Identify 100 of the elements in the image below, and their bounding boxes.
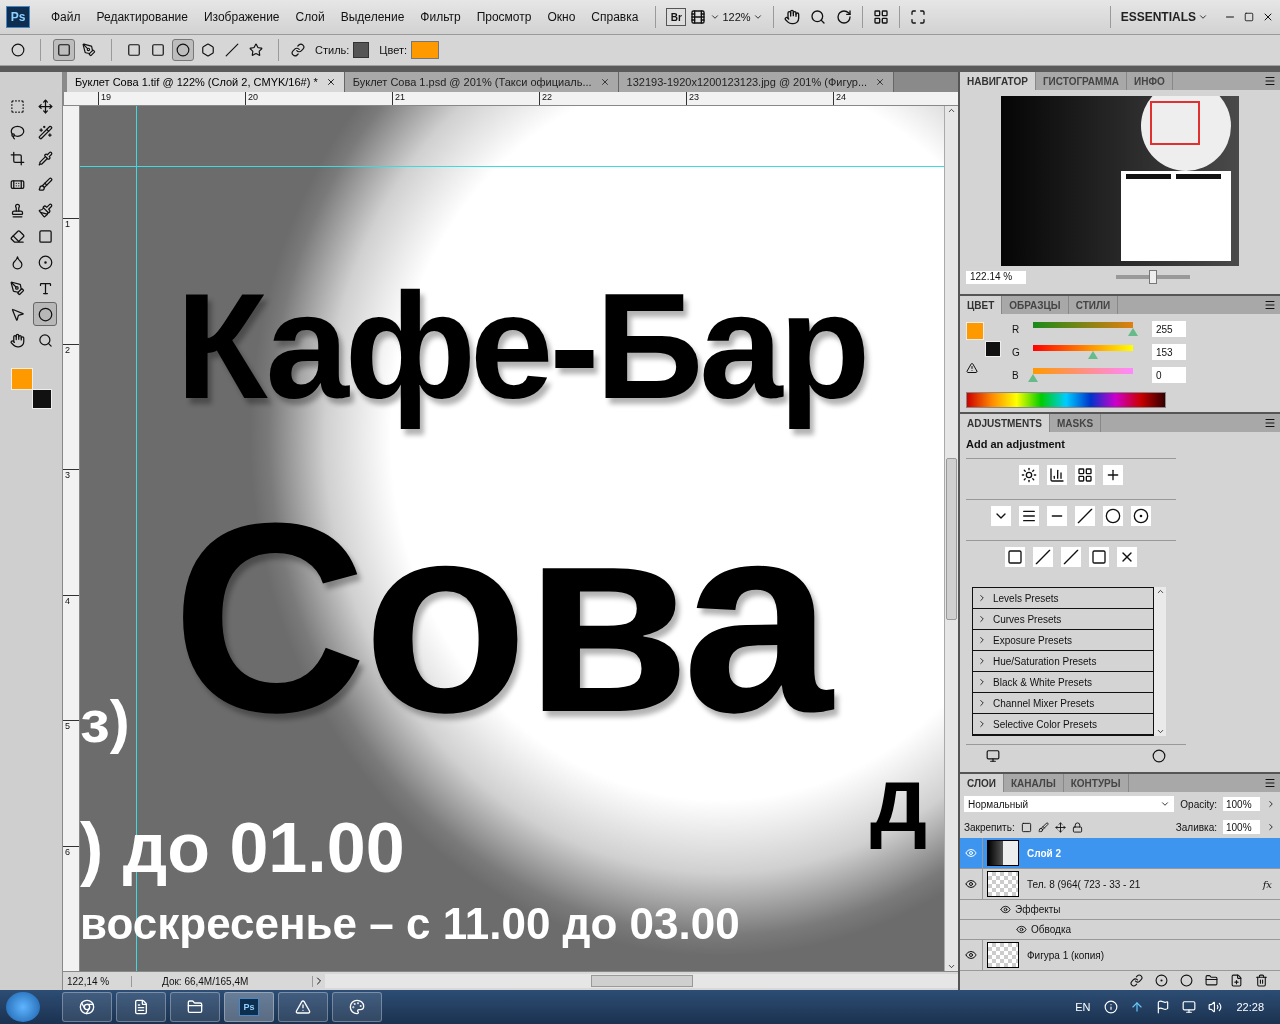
- menu-item[interactable]: Окно: [540, 7, 583, 27]
- foreground-swatch[interactable]: [966, 322, 984, 340]
- document-tab[interactable]: Буклет Сова 1.tif @ 122% (Слой 2, CMYK/16#) *: [67, 72, 345, 92]
- panel-tab[interactable]: MASKS: [1050, 414, 1102, 432]
- new-layer-icon[interactable]: [1230, 974, 1243, 987]
- start-button[interactable]: [6, 992, 40, 1022]
- histogram-icon[interactable]: [1047, 465, 1067, 485]
- preset-item[interactable]: Black & White Presets: [993, 676, 1092, 688]
- panel-tab[interactable]: СЛОИ: [960, 774, 1004, 792]
- scrollbar[interactable]: [1154, 587, 1166, 736]
- foreground-swatch[interactable]: [11, 368, 33, 390]
- caret-icon[interactable]: [710, 12, 721, 22]
- document-tab[interactable]: Буклет Сова 1.psd @ 201% (Такси официаль...: [344, 72, 619, 92]
- panel-tab[interactable]: ADJUSTMENTS: [960, 414, 1050, 432]
- clock[interactable]: 22:28: [1236, 1001, 1264, 1013]
- scroll-down-icon[interactable]: [947, 962, 956, 971]
- caret-icon[interactable]: [1266, 822, 1276, 832]
- panel-menu-icon[interactable]: [1264, 299, 1276, 311]
- scrollbar-thumb[interactable]: [590, 975, 693, 987]
- background-swatch[interactable]: [32, 389, 52, 409]
- panel-menu-icon[interactable]: [1264, 417, 1276, 429]
- panel-tab[interactable]: НАВИГАТОР: [960, 72, 1036, 90]
- zoom-dropdown[interactable]: 122%: [722, 7, 751, 27]
- taskbar-button[interactable]: [278, 992, 328, 1022]
- fill-field[interactable]: 100%: [1223, 820, 1260, 834]
- link-icon[interactable]: [1130, 974, 1143, 987]
- stripes-icon[interactable]: [1033, 547, 1053, 567]
- update-icon[interactable]: [1130, 1000, 1145, 1014]
- panel-menu-icon[interactable]: [1264, 75, 1276, 87]
- brush-icon[interactable]: [1037, 821, 1049, 833]
- preset-item[interactable]: Curves Presets: [993, 613, 1062, 625]
- style-swatch[interactable]: [353, 42, 370, 58]
- scrollbar-thumb[interactable]: [946, 457, 957, 620]
- lock-icon[interactable]: [1071, 821, 1083, 833]
- color-spectrum[interactable]: [966, 392, 1166, 408]
- caret-icon[interactable]: [1160, 799, 1171, 809]
- network-icon[interactable]: [1182, 1000, 1197, 1014]
- lock-transparency-icon[interactable]: [1020, 821, 1032, 833]
- link-icon[interactable]: [291, 43, 305, 57]
- eye-icon[interactable]: [1000, 904, 1011, 915]
- panel-menu-icon[interactable]: [1264, 777, 1276, 789]
- panel-tab[interactable]: ИНФО: [1126, 72, 1173, 90]
- color-swatch[interactable]: [411, 41, 440, 59]
- rotate-icon[interactable]: [835, 9, 852, 25]
- sun-icon[interactable]: [1019, 465, 1039, 485]
- volume-icon[interactable]: [1208, 1000, 1223, 1014]
- blend-mode-select[interactable]: Нормальный: [964, 796, 1175, 812]
- channel-value[interactable]: 153: [1152, 344, 1186, 360]
- panel-tab[interactable]: КОНТУРЫ: [1063, 774, 1129, 792]
- preset-item[interactable]: Levels Presets: [993, 592, 1059, 604]
- layer-row[interactable]: Фигура 1 (копия): [960, 940, 1280, 971]
- info-icon[interactable]: [1104, 1000, 1119, 1014]
- arrange-icon[interactable]: [872, 9, 889, 25]
- channel-value[interactable]: 255: [1152, 321, 1186, 337]
- screen-mode-icon[interactable]: [909, 9, 926, 25]
- preset-item[interactable]: Exposure Presets: [993, 634, 1072, 646]
- taskbar-button[interactable]: [62, 992, 112, 1022]
- panel-tab[interactable]: ГИСТОГРАММА: [1035, 72, 1127, 90]
- eye-icon[interactable]: [965, 878, 977, 890]
- caret-icon[interactable]: [752, 12, 763, 22]
- opacity-field[interactable]: 100%: [1223, 797, 1260, 811]
- channel-value[interactable]: 0: [1152, 367, 1186, 383]
- panel-tab[interactable]: СТИЛИ: [1068, 296, 1119, 314]
- eye-icon[interactable]: [1016, 924, 1027, 935]
- menu-item[interactable]: Файл: [44, 7, 88, 27]
- scroll-down-icon[interactable]: [1155, 727, 1165, 736]
- menu-item[interactable]: Фильтр: [413, 7, 468, 27]
- flag-icon[interactable]: [1156, 1000, 1171, 1014]
- zoom-icon[interactable]: [809, 9, 826, 25]
- taskbar-button[interactable]: [116, 992, 166, 1022]
- document-tab[interactable]: 132193-1920x1200123123.jpg @ 201% (Фигур...: [618, 72, 895, 92]
- folder-icon[interactable]: [1205, 974, 1218, 987]
- menu-item[interactable]: Слой: [288, 7, 332, 27]
- caret-icon[interactable]: [1198, 12, 1208, 22]
- slash-icon[interactable]: [1061, 547, 1081, 567]
- preset-item[interactable]: Selective Color Presets: [993, 718, 1097, 730]
- layer-row[interactable]: Тел. 8 (964( 723 - 33 - 21 fx: [960, 869, 1280, 900]
- bars-icon[interactable]: [1019, 506, 1039, 526]
- diagonal-icon[interactable]: [1075, 506, 1095, 526]
- menu-item[interactable]: Редактирование: [89, 7, 195, 27]
- menu-item[interactable]: Изображение: [196, 7, 287, 27]
- workspace-switcher[interactable]: ESSENTIALS: [1120, 10, 1196, 24]
- taskbar-button[interactable]: [170, 992, 220, 1022]
- background-swatch[interactable]: [985, 341, 1001, 357]
- restore-icon[interactable]: [1244, 12, 1254, 22]
- preset-item[interactable]: Channel Mixer Presets: [993, 697, 1095, 709]
- hand-icon[interactable]: [783, 9, 800, 25]
- zoom-field[interactable]: 122.14 %: [966, 270, 1026, 284]
- cross-icon[interactable]: [1117, 547, 1137, 567]
- bridge-button[interactable]: Br: [666, 8, 687, 26]
- trash-icon[interactable]: [1255, 974, 1268, 987]
- close-icon[interactable]: [325, 77, 336, 87]
- preset-item[interactable]: Hue/Saturation Presets: [993, 655, 1097, 667]
- panel-tab[interactable]: ОБРАЗЦЫ: [1002, 296, 1069, 314]
- panel-tab[interactable]: КАНАЛЫ: [1003, 774, 1064, 792]
- close-icon[interactable]: [1262, 11, 1274, 23]
- menu-item[interactable]: Просмотр: [469, 7, 539, 27]
- eye-icon[interactable]: [965, 949, 977, 961]
- zoom-field[interactable]: 122,14 %: [63, 975, 132, 987]
- menu-item[interactable]: Выделение: [333, 7, 412, 27]
